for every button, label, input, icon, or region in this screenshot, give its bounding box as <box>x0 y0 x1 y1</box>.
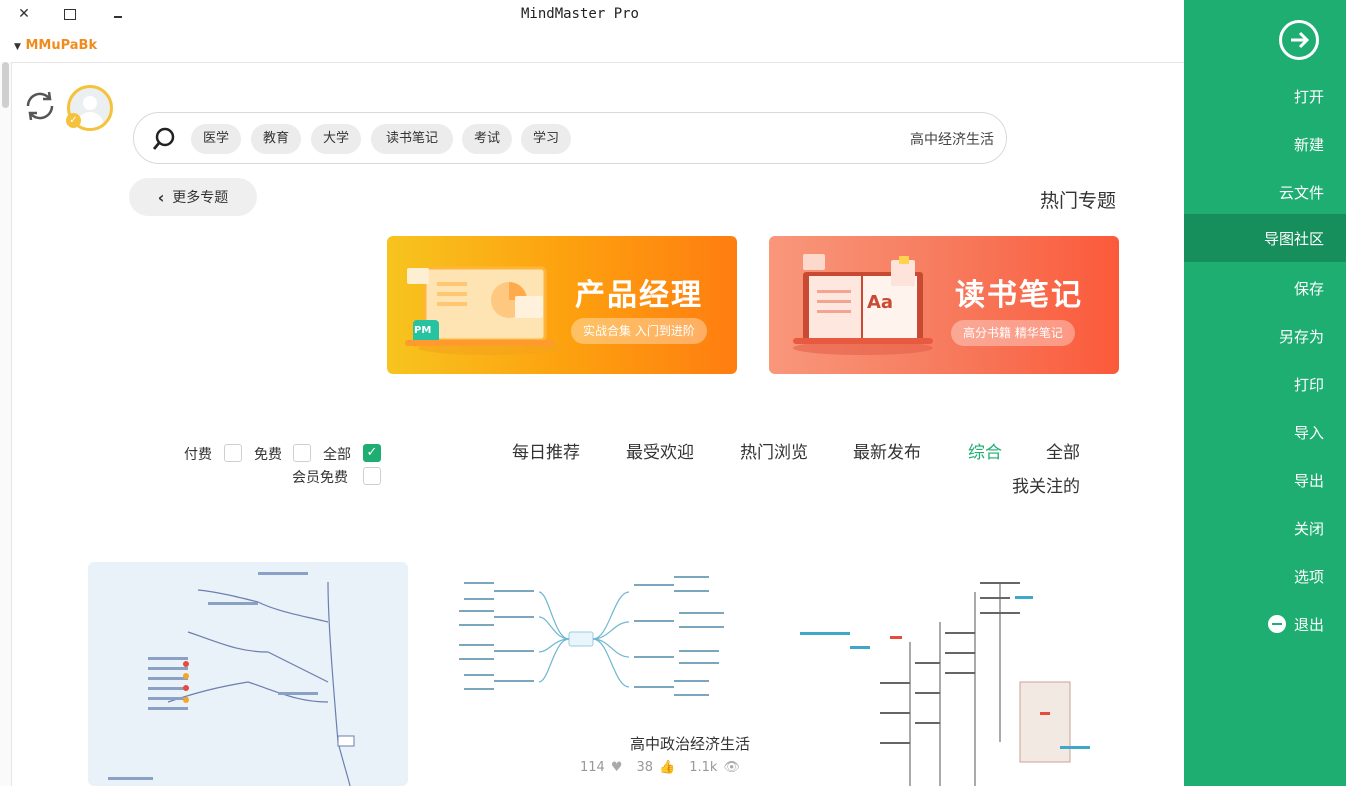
pm-icon-text: PM <box>414 325 432 336</box>
aa-icon-text: Aa <box>867 292 894 313</box>
check-label: 全部 <box>323 447 351 463</box>
user-menu[interactable]: ▼ MMuPaBk <box>14 38 97 53</box>
header-divider <box>0 62 1184 63</box>
sidebar-item-label: 打印 <box>1293 375 1324 394</box>
mindmap-thumbnail <box>459 576 724 696</box>
tab-comprehensive[interactable]: 综合 <box>968 438 1002 463</box>
sidebar-item-save-as[interactable]: 另存为 <box>1184 312 1346 360</box>
tag-chip[interactable]: 读书笔记 <box>371 124 453 154</box>
scrollbar[interactable] <box>0 62 12 786</box>
tag-chip[interactable]: 大学 <box>311 124 361 154</box>
sidebar-item-exit[interactable]: 退出 <box>1184 600 1346 648</box>
sidebar-item-label: 关闭 <box>1293 519 1324 538</box>
checkbox-paid[interactable] <box>224 444 242 462</box>
sidebar-item-cloud-files[interactable]: 云文件 <box>1184 168 1346 216</box>
sidebar-item-save[interactable]: 保存 <box>1184 264 1346 312</box>
likes-count: 38 <box>636 760 654 775</box>
sidebar: 打开 新建 云文件 导图社区 保存 另存为 打印 导入 导出 关闭 选项 退出 <box>1184 0 1346 786</box>
template-card[interactable] <box>88 562 408 786</box>
tab-latest[interactable]: 最新发布 <box>853 438 921 463</box>
thumbs-up-icon: 👍 <box>659 760 676 775</box>
banner-subtitle: 高分书籍 精华笔记 <box>951 320 1075 346</box>
banner-subtitle: 实战合集 入门到进阶 <box>571 318 707 344</box>
tab-most-liked[interactable]: 最受欢迎 <box>626 438 694 463</box>
eye-icon: 👁 <box>723 760 740 775</box>
template-card[interactable] <box>790 562 1110 786</box>
sidebar-item-label: 云文件 <box>1278 183 1324 202</box>
sidebar-item-label: 导入 <box>1293 423 1324 442</box>
title-bar: ✕ MindMaster Pro <box>0 0 1184 30</box>
exit-icon <box>1267 615 1286 633</box>
more-topics-label: 更多专题 <box>172 190 229 206</box>
check-label: 付费 <box>184 447 212 463</box>
sync-icon[interactable] <box>22 88 58 124</box>
mindmap-thumbnail <box>108 572 355 786</box>
checkbox-free[interactable] <box>293 444 311 462</box>
banner-title: 读书笔记 <box>955 278 1083 313</box>
more-topics-button[interactable]: ‹ 更多专题 <box>129 178 257 216</box>
sidebar-item-label: 选项 <box>1293 567 1324 586</box>
sidebar-item-close[interactable]: 关闭 <box>1184 504 1346 552</box>
banner-reading-notes[interactable]: Aa 读书笔记 高分书籍 精华笔记 <box>769 236 1119 374</box>
mindmap-thumbnail <box>800 582 1090 786</box>
checkbox-all-price[interactable]: ✓ <box>363 444 381 462</box>
verified-badge-icon: ✓ <box>66 113 81 128</box>
tag-chip[interactable]: 医学 <box>191 124 241 154</box>
tab-daily-recommend[interactable]: 每日推荐 <box>512 438 580 463</box>
dropdown-arrow-icon: ▼ <box>14 42 21 52</box>
tab-all[interactable]: 全部 <box>1046 438 1080 463</box>
sidebar-item-print[interactable]: 打印 <box>1184 360 1346 408</box>
sidebar-item-label: 另存为 <box>1278 327 1324 346</box>
heart-icon: ♥ <box>610 760 623 775</box>
user-name: MMuPaBk <box>25 38 98 53</box>
sidebar-item-open[interactable]: 打开 <box>1184 72 1346 120</box>
sidebar-item-label: 导出 <box>1293 471 1324 490</box>
sidebar-item-label: 退出 <box>1293 615 1324 634</box>
sidebar-item-import[interactable]: 导入 <box>1184 408 1346 456</box>
tag-chip[interactable]: 考试 <box>462 124 512 154</box>
section-title: 热门专题 <box>1040 190 1117 212</box>
checkbox-member-free[interactable] <box>363 467 381 485</box>
banner-title: 产品经理 <box>575 278 703 313</box>
notebook-illustration <box>793 254 933 355</box>
banner-product-manager[interactable]: PM 产品经理 实战合集 入门到进阶 <box>387 236 737 374</box>
sidebar-item-new[interactable]: 新建 <box>1184 120 1346 168</box>
scrollbar-thumb[interactable] <box>2 62 9 108</box>
card-stats: 114 ♥ 38 👍 1.1k 👁 <box>580 760 740 775</box>
check-label: 免费 <box>254 447 282 463</box>
search-input[interactable] <box>832 123 996 155</box>
tab-following[interactable]: 我关注的 <box>1012 472 1080 497</box>
tab-popular-views[interactable]: 热门浏览 <box>740 438 808 463</box>
sidebar-item-label: 新建 <box>1293 135 1324 154</box>
sidebar-item-label: 打开 <box>1293 87 1324 106</box>
check-label: 会员免费 <box>292 470 348 486</box>
laptop-illustration <box>405 266 562 355</box>
tag-chip[interactable]: 教育 <box>251 124 301 154</box>
sidebar-item-options[interactable]: 选项 <box>1184 552 1346 600</box>
sidebar-item-label: 保存 <box>1293 279 1324 298</box>
tag-chip[interactable]: 学习 <box>521 124 571 154</box>
chevron-left-icon: ‹ <box>157 187 165 207</box>
back-arrow-icon[interactable] <box>1279 20 1319 60</box>
views-count: 1.1k <box>689 760 718 775</box>
sidebar-item-export[interactable]: 导出 <box>1184 456 1346 504</box>
card-title[interactable]: 高中政治经济生活 <box>630 733 750 754</box>
search-icon[interactable] <box>151 126 177 152</box>
favorites-count: 114 <box>580 760 605 775</box>
window-title: MindMaster Pro <box>520 6 639 22</box>
sidebar-item-community[interactable]: 导图社区 <box>1184 214 1346 262</box>
sidebar-item-label: 导图社区 <box>1263 229 1324 248</box>
